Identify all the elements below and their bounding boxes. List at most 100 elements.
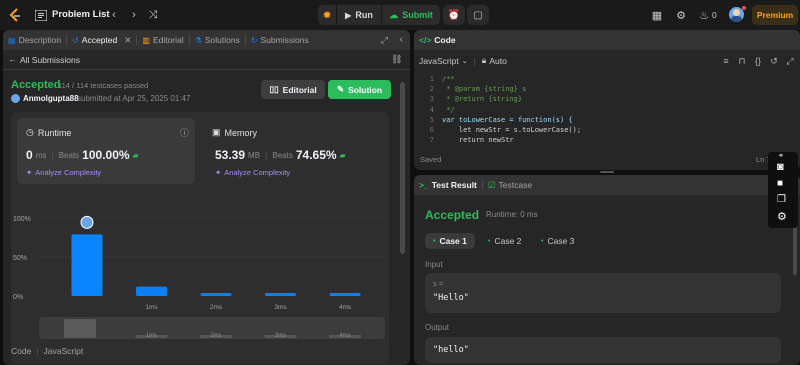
runtime-title: Runtime (37, 127, 72, 138)
runtime-distribution-chart: 100% 50% 0% 1ms 2ms 3ms 4ms 1ms 2ms 3ms 4ms (13, 215, 385, 339)
case-3-tab[interactable]: • Case 3 (533, 233, 582, 249)
debug-button[interactable]: ✹ (318, 5, 336, 25)
left-scrollbar[interactable] (400, 82, 405, 254)
chart-bar[interactable] (200, 293, 232, 296)
bookmark-icon[interactable]: ⊓ (736, 55, 748, 67)
chart-bar[interactable] (329, 293, 361, 296)
solution-button[interactable]: ✎ Solution (328, 80, 391, 99)
leetcode-logo-icon[interactable] (8, 8, 22, 22)
back-arrow-icon[interactable]: ← (8, 54, 17, 64)
case-2-tab[interactable]: • Case 2 (480, 233, 529, 249)
alarm-clock-icon: ⏰ (447, 9, 461, 21)
braces-icon[interactable]: {} (752, 55, 764, 67)
run-submit-group: ✹ ▶ Run ☁ Submit (318, 5, 440, 25)
user-avatar[interactable] (11, 94, 20, 103)
gear-icon[interactable]: ⚙ (777, 210, 787, 223)
prev-problem-icon[interactable]: ‹ (107, 8, 121, 22)
copy-icon[interactable]: ❐ (777, 194, 786, 205)
chip-icon: ▣ (212, 127, 221, 137)
navigator-label: 1ms (146, 333, 157, 339)
share-link-icon[interactable]: ⛓ (391, 54, 402, 65)
x-tick-label: 4ms (339, 304, 352, 311)
tab-solutions[interactable]: ⚗ Solutions (190, 30, 245, 50)
beats-divider: | (265, 150, 268, 160)
tab-editorial[interactable]: ▥ Editorial (137, 30, 188, 50)
book-icon: ▥ (142, 35, 150, 45)
bug-icon: ✹ (323, 9, 331, 20)
fullscreen-icon[interactable]: ⤢ (784, 55, 796, 67)
resize-handle[interactable] (600, 171, 614, 173)
tab-code[interactable]: </> Code (414, 30, 461, 50)
all-submissions-link[interactable]: All Submissions (20, 55, 80, 65)
shuffle-icon[interactable]: ⤨ (146, 8, 160, 22)
y-tick-label: 50% (13, 255, 27, 262)
memory-beats-value: 74.65% (295, 148, 337, 162)
tab-testcase[interactable]: ☑ Testcase (483, 175, 537, 195)
chart-bar[interactable] (136, 286, 167, 296)
settings-icon[interactable]: ⚙ (674, 8, 688, 22)
tab-submissions[interactable]: ↻ Submissions (246, 30, 314, 50)
note-icon: ▢ (473, 9, 483, 21)
collapse-panel-icon[interactable]: ‹ (400, 34, 403, 45)
info-icon[interactable]: ⓘ (180, 126, 189, 139)
result-status: Accepted (425, 208, 480, 222)
next-problem-icon[interactable]: › (127, 8, 141, 22)
timer-button[interactable]: ⏰ (443, 5, 465, 25)
video-camera-icon[interactable]: ■ (777, 178, 783, 189)
result-runtime: Runtime: 0 ms (486, 210, 538, 219)
tab-description[interactable]: ▤ Description (3, 30, 66, 50)
problem-list-icon[interactable] (34, 8, 48, 22)
description-icon: ▤ (8, 35, 16, 45)
input-var-name: s = (433, 279, 444, 288)
run-button[interactable]: ▶ Run (337, 5, 381, 25)
submit-button[interactable]: ☁ Submit (382, 5, 440, 25)
testcases-passed: 114 / 114 testcases passed (58, 81, 149, 90)
premium-button[interactable]: Premium (752, 5, 798, 25)
run-label: Run (355, 10, 373, 20)
link-icon[interactable]: ⚭ (778, 152, 784, 160)
reset-icon[interactable]: ↺ (768, 55, 780, 67)
chart-bar[interactable] (265, 293, 296, 296)
language-select[interactable]: JavaScript (419, 56, 459, 66)
range-navigator-handle[interactable] (64, 319, 96, 338)
history-icon: ↺ (72, 35, 79, 45)
x-tick-label: 1ms (145, 304, 158, 311)
camera-icon[interactable]: ◙ (777, 161, 784, 173)
tab-accepted[interactable]: ↺ Accepted ✕ (67, 30, 136, 50)
user-marker-avatar (80, 215, 94, 229)
username-link[interactable]: Anmolgupta88 (23, 94, 79, 103)
code-line: var toLowerCase = function(s) { (442, 115, 573, 124)
format-icon[interactable]: ≡ (720, 55, 732, 67)
runtime-card[interactable]: ◷ Runtime ⓘ 0 ms | Beats 100.00% ▰ ✦ Anal… (17, 118, 195, 184)
y-tick-label: 0% (13, 294, 23, 301)
solution-label: Solution (348, 84, 383, 95)
runtime-unit: ms (35, 150, 47, 160)
case-label: Case 3 (547, 236, 575, 246)
submission-status: Accepted (11, 79, 61, 91)
memory-card[interactable]: ▣ Memory 53.39 MB | Beats 74.65% ▰ ✦ Anal… (203, 118, 381, 184)
code-editor[interactable]: 1 2 3 4 5 6 7 /** * @param {string} s * … (418, 72, 796, 144)
analyze-complexity-link[interactable]: Analyze Complexity (35, 168, 101, 177)
layout-grid-icon[interactable]: ▦ (650, 8, 664, 22)
maximize-icon[interactable]: ⤢ (381, 35, 388, 46)
edit-icon: ✎ (336, 84, 345, 94)
pass-dot-icon: • (541, 237, 544, 245)
line-number: 7 (429, 136, 434, 144)
case-label: Case 1 (439, 236, 467, 246)
tab-test-result[interactable]: >_ Test Result (414, 175, 482, 195)
tab-label: Solutions (204, 35, 240, 45)
editorial-button[interactable]: ▯▯ Editorial (261, 80, 325, 99)
memory-unit: MB (248, 150, 261, 160)
terminal-icon: >_ (419, 180, 429, 190)
output-value: "hello" (433, 345, 469, 355)
close-tab-icon[interactable]: ✕ (124, 35, 131, 46)
leetcoin-icon: ▰ (339, 150, 346, 160)
problem-list-link[interactable]: Problem List (52, 9, 110, 20)
case-1-tab[interactable]: • Case 1 (425, 233, 475, 249)
streak-fire-icon[interactable]: ♨ (697, 8, 711, 22)
auto-mode-label[interactable]: Auto (489, 56, 507, 66)
notes-button[interactable]: ▢ (467, 5, 489, 25)
clock-icon: ◷ (26, 127, 34, 137)
chart-bar[interactable] (71, 234, 103, 296)
analyze-complexity-link[interactable]: Analyze Complexity (224, 168, 290, 177)
